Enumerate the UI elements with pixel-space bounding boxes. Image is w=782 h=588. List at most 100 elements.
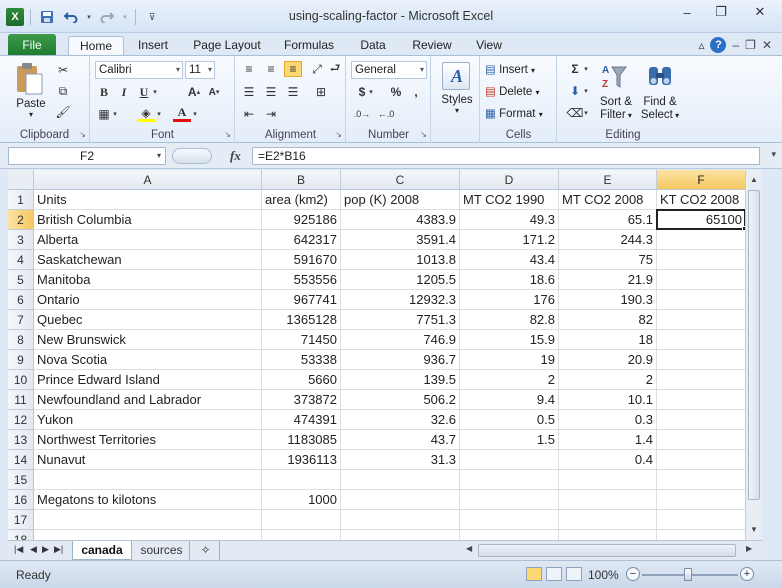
increase-indent-icon[interactable]: ⇥: [262, 106, 280, 122]
align-middle-icon[interactable]: ≡: [262, 61, 280, 77]
number-format-combo[interactable]: General ▾: [351, 61, 427, 79]
normal-view-icon[interactable]: [526, 567, 542, 581]
cell-c1[interactable]: pop (K) 2008: [341, 190, 460, 210]
tab-data[interactable]: Data: [350, 36, 396, 56]
row-header[interactable]: 15: [8, 470, 34, 490]
orientation-icon[interactable]: ⤢: [308, 61, 326, 77]
autosum-dropdown-icon[interactable]: ▾: [582, 61, 590, 77]
zoom-in-button[interactable]: +: [740, 567, 754, 581]
row-header[interactable]: 8: [8, 330, 34, 350]
vertical-scroll-thumb[interactable]: [748, 190, 760, 500]
tab-review[interactable]: Review: [404, 36, 460, 56]
cell-a6[interactable]: Ontario: [34, 290, 262, 310]
cell-e8[interactable]: 18: [559, 330, 657, 350]
sort-filter-icon[interactable]: AZ: [602, 61, 628, 91]
number-launcher-icon[interactable]: ↘: [420, 130, 427, 139]
column-header-d[interactable]: D: [460, 170, 559, 190]
sheet-tab-sources[interactable]: sources: [134, 541, 190, 560]
cell-c11[interactable]: 506.2: [341, 390, 460, 410]
cell-f3[interactable]: [657, 230, 745, 250]
cell-c12[interactable]: 32.6: [341, 410, 460, 430]
cell-e9[interactable]: 20.9: [559, 350, 657, 370]
font-size-dropdown-icon[interactable]: ▾: [208, 62, 212, 78]
cell-f13[interactable]: [657, 430, 745, 450]
name-box[interactable]: F2 ▾: [8, 147, 166, 165]
cell-e14[interactable]: 0.4: [559, 450, 657, 470]
font-color-dropdown-icon[interactable]: ▾: [191, 106, 199, 122]
cell-a16[interactable]: Megatons to kilotons: [34, 490, 262, 510]
cell-b7[interactable]: 1365128: [262, 310, 341, 330]
cell-a7[interactable]: Quebec: [34, 310, 262, 330]
prev-sheet-icon[interactable]: ◀: [30, 544, 37, 555]
workbook-minimize-icon[interactable]: –: [732, 38, 739, 52]
cell-e4[interactable]: 75: [559, 250, 657, 270]
last-sheet-icon[interactable]: ▶|: [54, 544, 63, 555]
cell-d10[interactable]: 2: [460, 370, 559, 390]
column-header-b[interactable]: B: [262, 170, 341, 190]
cell-e5[interactable]: 21.9: [559, 270, 657, 290]
row-header[interactable]: 7: [8, 310, 34, 330]
cell-c17[interactable]: [341, 510, 460, 530]
number-format-dropdown-icon[interactable]: ▾: [420, 62, 424, 78]
cell-d1[interactable]: MT CO2 1990: [460, 190, 559, 210]
cell-f14[interactable]: [657, 450, 745, 470]
font-size-combo[interactable]: 11 ▾: [185, 61, 215, 79]
cell-c18[interactable]: [341, 530, 460, 540]
zoom-out-button[interactable]: −: [626, 567, 640, 581]
paste-button[interactable]: Paste: [14, 98, 48, 110]
percent-button[interactable]: %: [387, 84, 405, 100]
currency-dropdown-icon[interactable]: ▾: [367, 84, 375, 100]
cell-a2[interactable]: British Columbia: [34, 210, 262, 230]
insert-function-icon[interactable]: fx: [230, 148, 241, 164]
format-painter-icon[interactable]: 🖌: [54, 104, 72, 120]
cell-a14[interactable]: Nunavut: [34, 450, 262, 470]
zoom-slider-thumb[interactable]: [684, 568, 692, 581]
cell-d4[interactable]: 43.4: [460, 250, 559, 270]
cell-b11[interactable]: 373872: [262, 390, 341, 410]
scroll-down-arrow-icon[interactable]: ▼: [746, 522, 762, 538]
cell-d3[interactable]: 171.2: [460, 230, 559, 250]
help-icon[interactable]: ?: [710, 37, 727, 53]
cell-d14[interactable]: [460, 450, 559, 470]
cell-e7[interactable]: 82: [559, 310, 657, 330]
cell-b16[interactable]: 1000: [262, 490, 341, 510]
cell-b6[interactable]: 967741: [262, 290, 341, 310]
row-header[interactable]: 14: [8, 450, 34, 470]
cell-c5[interactable]: 1205.5: [341, 270, 460, 290]
paste-dropdown-icon[interactable]: ▾: [26, 110, 36, 119]
cell-f17[interactable]: [657, 510, 745, 530]
cell-c14[interactable]: 31.3: [341, 450, 460, 470]
cell-d7[interactable]: 82.8: [460, 310, 559, 330]
insert-sheet-icon[interactable]: ✧: [192, 541, 220, 560]
comma-button[interactable]: ,: [407, 84, 425, 100]
cell-d16[interactable]: [460, 490, 559, 510]
font-name-dropdown-icon[interactable]: ▾: [176, 62, 180, 78]
cell-a13[interactable]: Northwest Territories: [34, 430, 262, 450]
cell-f7[interactable]: [657, 310, 745, 330]
close-button[interactable]: ✕: [738, 0, 782, 24]
italic-button[interactable]: I: [115, 84, 133, 100]
cell-a15[interactable]: [34, 470, 262, 490]
cell-c15[interactable]: [341, 470, 460, 490]
bold-button[interactable]: B: [95, 84, 113, 100]
cell-d15[interactable]: [460, 470, 559, 490]
cell-e12[interactable]: 0.3: [559, 410, 657, 430]
spreadsheet-grid[interactable]: A B C D E F 1 Units area (km2) pop (K) 2008 MT CO2…: [8, 170, 745, 540]
cell-b13[interactable]: 1183085: [262, 430, 341, 450]
cell-a17[interactable]: [34, 510, 262, 530]
cell-d5[interactable]: 18.6: [460, 270, 559, 290]
cell-b5[interactable]: 553556: [262, 270, 341, 290]
fill-color-dropdown-icon[interactable]: ▾: [155, 106, 163, 122]
cell-f16[interactable]: [657, 490, 745, 510]
cell-c6[interactable]: 12932.3: [341, 290, 460, 310]
cell-e13[interactable]: 1.4: [559, 430, 657, 450]
cell-f10[interactable]: [657, 370, 745, 390]
styles-button[interactable]: Styles: [438, 94, 476, 106]
cell-d17[interactable]: [460, 510, 559, 530]
cell-f11[interactable]: [657, 390, 745, 410]
cell-d11[interactable]: 9.4: [460, 390, 559, 410]
cell-b4[interactable]: 591670: [262, 250, 341, 270]
next-sheet-icon[interactable]: ▶: [42, 544, 49, 555]
row-header[interactable]: 2: [8, 210, 34, 230]
row-header[interactable]: 4: [8, 250, 34, 270]
